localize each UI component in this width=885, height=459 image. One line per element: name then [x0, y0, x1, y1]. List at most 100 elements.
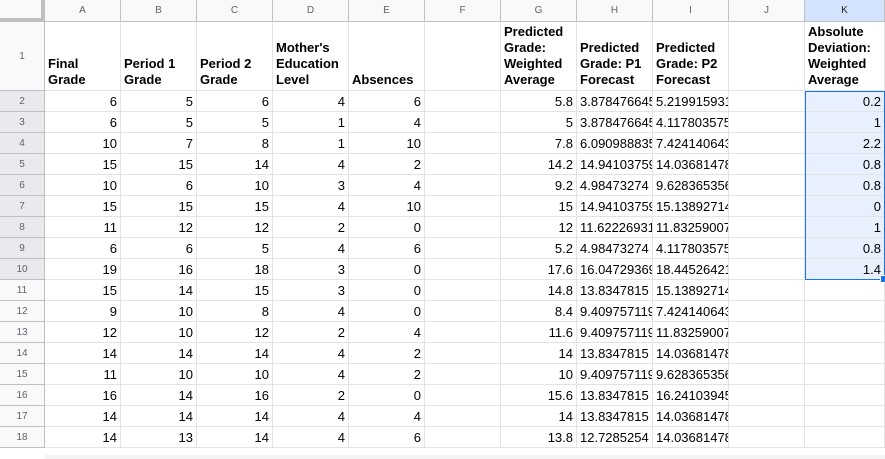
- cell-k17[interactable]: [805, 406, 885, 427]
- cell-a12[interactable]: 9: [45, 301, 121, 322]
- cell-k15[interactable]: [805, 364, 885, 385]
- cell-d12[interactable]: 4: [273, 301, 349, 322]
- cell-j3[interactable]: [729, 112, 805, 133]
- cell-f17[interactable]: [425, 406, 501, 427]
- column-label-c[interactable]: Period 2 Grade: [197, 22, 273, 91]
- column-label-e[interactable]: Absences: [349, 22, 425, 91]
- cell-d14[interactable]: 4: [273, 343, 349, 364]
- row-header-9[interactable]: 9: [0, 238, 45, 259]
- column-header-a[interactable]: A: [45, 0, 121, 22]
- cell-c18[interactable]: 14: [197, 427, 273, 448]
- row-header-17[interactable]: 17: [0, 406, 45, 427]
- cell-d3[interactable]: 1: [273, 112, 349, 133]
- cell-e8[interactable]: 0: [349, 217, 425, 238]
- cell-a15[interactable]: 11: [45, 364, 121, 385]
- cell-a18[interactable]: 14: [45, 427, 121, 448]
- cell-h6[interactable]: 4.98473274: [577, 175, 653, 196]
- cell-e16[interactable]: 0: [349, 385, 425, 406]
- cell-g14[interactable]: 14: [501, 343, 577, 364]
- cell-i10[interactable]: 18.44526421: [653, 259, 729, 280]
- cell-a2[interactable]: 6: [45, 91, 121, 112]
- cell-c9[interactable]: 5: [197, 238, 273, 259]
- cell-c4[interactable]: 8: [197, 133, 273, 154]
- cell-a9[interactable]: 6: [45, 238, 121, 259]
- fill-handle[interactable]: [880, 275, 885, 283]
- cell-j16[interactable]: [729, 385, 805, 406]
- cell-g11[interactable]: 14.8: [501, 280, 577, 301]
- cell-e12[interactable]: 0: [349, 301, 425, 322]
- cell-f2[interactable]: [425, 91, 501, 112]
- row-header-12[interactable]: 12: [0, 301, 45, 322]
- cell-j12[interactable]: [729, 301, 805, 322]
- cell-b15[interactable]: 10: [121, 364, 197, 385]
- column-label-k[interactable]: Absolute Deviation: Weighted Average: [805, 22, 885, 91]
- cell-h18[interactable]: 12.7285254: [577, 427, 653, 448]
- column-header-h[interactable]: H: [577, 0, 653, 22]
- cell-k13[interactable]: [805, 322, 885, 343]
- cell-d18[interactable]: 4: [273, 427, 349, 448]
- cell-d4[interactable]: 1: [273, 133, 349, 154]
- cell-b12[interactable]: 10: [121, 301, 197, 322]
- cell-k3[interactable]: 1: [805, 112, 885, 133]
- cell-k18[interactable]: [805, 427, 885, 448]
- cell-a17[interactable]: 14: [45, 406, 121, 427]
- cell-a8[interactable]: 11: [45, 217, 121, 238]
- cell-k9[interactable]: 0.8: [805, 238, 885, 259]
- cell-d6[interactable]: 3: [273, 175, 349, 196]
- cell-i3[interactable]: 4.117803575: [653, 112, 729, 133]
- cell-j15[interactable]: [729, 364, 805, 385]
- cell-f16[interactable]: [425, 385, 501, 406]
- cell-f14[interactable]: [425, 343, 501, 364]
- cell-i8[interactable]: 11.83259007: [653, 217, 729, 238]
- cell-h2[interactable]: 3.878476645: [577, 91, 653, 112]
- cell-f6[interactable]: [425, 175, 501, 196]
- cell-g3[interactable]: 5: [501, 112, 577, 133]
- cell-j18[interactable]: [729, 427, 805, 448]
- cell-d5[interactable]: 4: [273, 154, 349, 175]
- cell-d17[interactable]: 4: [273, 406, 349, 427]
- row-header-11[interactable]: 11: [0, 280, 45, 301]
- cell-c8[interactable]: 12: [197, 217, 273, 238]
- cell-b11[interactable]: 14: [121, 280, 197, 301]
- cell-j7[interactable]: [729, 196, 805, 217]
- cell-d16[interactable]: 2: [273, 385, 349, 406]
- cell-k12[interactable]: [805, 301, 885, 322]
- cell-b17[interactable]: 14: [121, 406, 197, 427]
- cell-c3[interactable]: 5: [197, 112, 273, 133]
- row-header-4[interactable]: 4: [0, 133, 45, 154]
- cell-g5[interactable]: 14.2: [501, 154, 577, 175]
- cell-h10[interactable]: 16.04729369: [577, 259, 653, 280]
- cell-b4[interactable]: 7: [121, 133, 197, 154]
- cell-d9[interactable]: 4: [273, 238, 349, 259]
- cell-k16[interactable]: [805, 385, 885, 406]
- cell-i6[interactable]: 9.628365356: [653, 175, 729, 196]
- cell-c15[interactable]: 10: [197, 364, 273, 385]
- column-label-j[interactable]: [729, 22, 805, 91]
- cell-g15[interactable]: 10: [501, 364, 577, 385]
- cell-b8[interactable]: 12: [121, 217, 197, 238]
- cell-j9[interactable]: [729, 238, 805, 259]
- cell-d15[interactable]: 4: [273, 364, 349, 385]
- column-header-e[interactable]: E: [349, 0, 425, 22]
- cell-h11[interactable]: 13.8347815: [577, 280, 653, 301]
- cell-j10[interactable]: [729, 259, 805, 280]
- column-label-f[interactable]: [425, 22, 501, 91]
- cell-e4[interactable]: 10: [349, 133, 425, 154]
- cell-b14[interactable]: 14: [121, 343, 197, 364]
- column-label-h[interactable]: Predicted Grade: P1 Forecast: [577, 22, 653, 91]
- cell-f7[interactable]: [425, 196, 501, 217]
- cell-c14[interactable]: 14: [197, 343, 273, 364]
- cell-g4[interactable]: 7.8: [501, 133, 577, 154]
- cell-f12[interactable]: [425, 301, 501, 322]
- cell-k10[interactable]: 1.4: [805, 259, 885, 280]
- cell-h12[interactable]: 9.409757119: [577, 301, 653, 322]
- cell-h4[interactable]: 6.090988835: [577, 133, 653, 154]
- row-header-8[interactable]: 8: [0, 217, 45, 238]
- cell-c11[interactable]: 15: [197, 280, 273, 301]
- cell-b2[interactable]: 5: [121, 91, 197, 112]
- cell-g13[interactable]: 11.6: [501, 322, 577, 343]
- row-header-1[interactable]: 1: [0, 22, 45, 91]
- cell-d8[interactable]: 2: [273, 217, 349, 238]
- cell-h5[interactable]: 14.94103759: [577, 154, 653, 175]
- cell-a7[interactable]: 15: [45, 196, 121, 217]
